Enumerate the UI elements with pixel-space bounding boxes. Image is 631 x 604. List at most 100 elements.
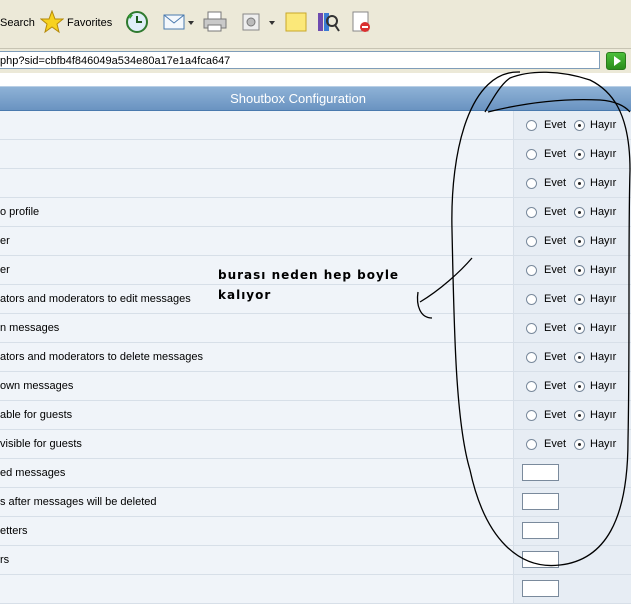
config-row-label: own messages — [0, 372, 514, 400]
mail-icon — [162, 10, 196, 37]
config-text-input[interactable] — [522, 551, 559, 568]
radio-no-label: Hayır — [590, 206, 617, 218]
radio-no-label: Hayır — [590, 264, 617, 276]
radio-yes[interactable] — [526, 236, 537, 247]
config-row-control — [514, 517, 631, 545]
config-row-label: s after messages will be deleted — [0, 488, 514, 516]
radio-no[interactable] — [574, 265, 585, 276]
config-row-label: able for guests — [0, 401, 514, 429]
page-content: Shoutbox Configuration Evet Hayır Evet Hayı… — [0, 74, 631, 604]
config-row-label: o profile — [0, 198, 514, 226]
top-spacer — [0, 74, 631, 86]
radio-no[interactable] — [574, 323, 585, 334]
config-row-label: etters — [0, 517, 514, 545]
config-text-input[interactable] — [522, 493, 559, 510]
address-input[interactable]: php?sid=cbfb4f846049a534e80a17e1a4fca647 — [0, 51, 600, 69]
config-row-control: Evet Hayır — [514, 111, 631, 139]
printer-icon — [202, 10, 228, 37]
config-row-control — [514, 488, 631, 516]
config-row-control: Evet Hayır — [514, 140, 631, 168]
config-row-control: Evet Hayır — [514, 314, 631, 342]
radio-yes-label: Evet — [544, 293, 567, 305]
radio-yes[interactable] — [526, 294, 537, 305]
radio-no-label: Hayır — [590, 293, 617, 305]
config-row: er Evet Hayır — [0, 227, 631, 256]
research-button[interactable] — [316, 10, 340, 36]
favorites-button[interactable]: Favorites — [39, 9, 112, 37]
config-row-label — [0, 169, 514, 197]
history-icon — [124, 9, 150, 38]
config-row: Evet Hayır — [0, 169, 631, 198]
note-button[interactable] — [284, 10, 308, 36]
radio-yes[interactable] — [526, 178, 537, 189]
search-button[interactable]: Search — [0, 10, 35, 36]
radio-no[interactable] — [574, 352, 585, 363]
go-button[interactable] — [606, 52, 626, 70]
radio-yes-label: Evet — [544, 351, 567, 363]
history-button[interactable] — [124, 10, 150, 36]
config-row: own messages Evet Hayır — [0, 372, 631, 401]
config-row-control: Evet Hayır — [514, 169, 631, 197]
config-row: ators and moderators to delete messages E… — [0, 343, 631, 372]
radio-yes[interactable] — [526, 120, 537, 131]
address-bar: php?sid=cbfb4f846049a534e80a17e1a4fca647 — [0, 49, 631, 73]
radio-yes[interactable] — [526, 323, 537, 334]
radio-yes-label: Evet — [544, 206, 567, 218]
radio-no-label: Hayır — [590, 351, 617, 363]
config-row: n messages Evet Hayır — [0, 314, 631, 343]
config-row-control: Evet Hayır — [514, 372, 631, 400]
config-row-label — [0, 111, 514, 139]
config-text-input[interactable] — [522, 522, 559, 539]
radio-no[interactable] — [574, 410, 585, 421]
radio-yes-label: Evet — [544, 264, 567, 276]
radio-yes-label: Evet — [544, 177, 567, 189]
print-button[interactable] — [202, 10, 228, 36]
radio-yes[interactable] — [526, 381, 537, 392]
config-row-label: ed messages — [0, 459, 514, 487]
config-row: ed messages — [0, 459, 631, 488]
radio-no[interactable] — [574, 236, 585, 247]
config-row-control: Evet Hayır — [514, 430, 631, 458]
config-row: o profile Evet Hayır — [0, 198, 631, 227]
radio-no[interactable] — [574, 294, 585, 305]
radio-yes[interactable] — [526, 410, 537, 421]
edit-page-icon — [241, 10, 279, 37]
search-label: Search — [0, 17, 35, 29]
config-row: able for guests Evet Hayır — [0, 401, 631, 430]
config-row-control: Evet Hayır — [514, 401, 631, 429]
config-text-input[interactable] — [522, 464, 559, 481]
radio-no[interactable] — [574, 381, 585, 392]
config-row: etters — [0, 517, 631, 546]
radio-no[interactable] — [574, 207, 585, 218]
annotation-text-line1: burası neden hep boyle — [218, 268, 400, 282]
radio-yes[interactable] — [526, 439, 537, 450]
radio-no[interactable] — [574, 120, 585, 131]
page-stop-icon — [350, 10, 374, 37]
radio-no-label: Hayır — [590, 235, 617, 247]
edit-button[interactable] — [241, 10, 279, 36]
config-row: rs — [0, 546, 631, 575]
radio-yes-label: Evet — [544, 438, 567, 450]
radio-yes[interactable] — [526, 265, 537, 276]
radio-no[interactable] — [574, 439, 585, 450]
mail-button[interactable] — [162, 10, 196, 36]
radio-no[interactable] — [574, 149, 585, 160]
radio-no[interactable] — [574, 178, 585, 189]
radio-yes-label: Evet — [544, 409, 567, 421]
radio-no-label: Hayır — [590, 380, 617, 392]
radio-yes[interactable] — [526, 207, 537, 218]
radio-yes[interactable] — [526, 149, 537, 160]
star-icon — [39, 9, 65, 37]
sticky-note-icon — [284, 10, 308, 37]
config-row-control: Evet Hayır — [514, 285, 631, 313]
radio-yes-label: Evet — [544, 380, 567, 392]
config-text-input[interactable] — [522, 580, 559, 597]
config-row-control — [514, 575, 631, 603]
stop-page-button[interactable] — [350, 10, 374, 36]
config-row-control — [514, 459, 631, 487]
config-row-control: Evet Hayır — [514, 256, 631, 284]
radio-yes-label: Evet — [544, 235, 567, 247]
config-row-control — [514, 546, 631, 574]
radio-yes[interactable] — [526, 352, 537, 363]
config-row: Evet Hayır — [0, 140, 631, 169]
